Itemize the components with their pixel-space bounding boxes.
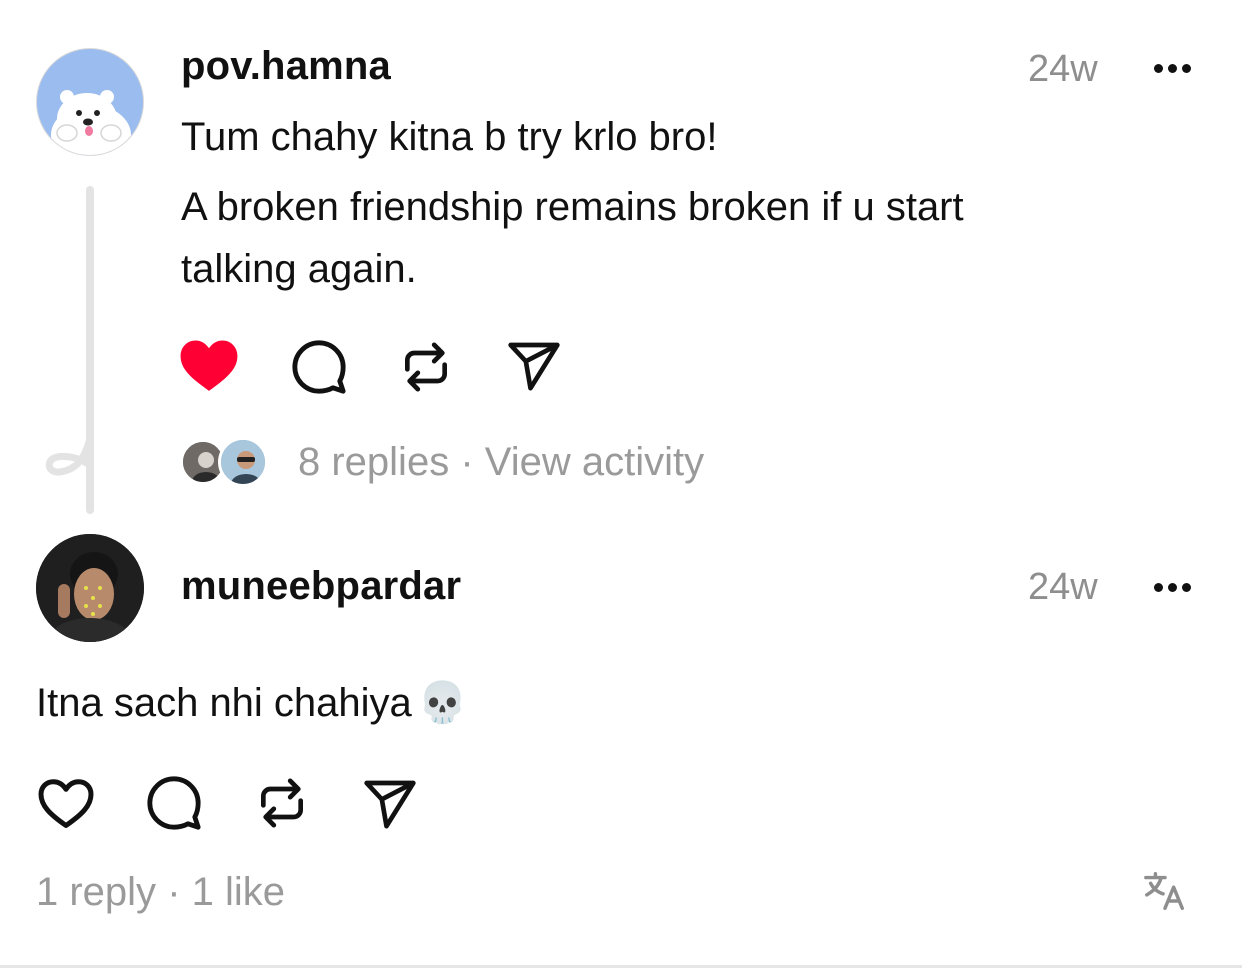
replier-avatar <box>218 437 268 487</box>
reply-more-button[interactable] <box>1154 583 1191 592</box>
post-more-button[interactable] <box>1154 64 1191 73</box>
avatar[interactable] <box>36 48 144 156</box>
like-button[interactable] <box>178 336 240 394</box>
send-icon <box>364 780 416 829</box>
more-dot-icon <box>1182 583 1191 592</box>
meta-separator: · <box>167 870 181 914</box>
meta-separator: · <box>460 440 474 484</box>
send-icon <box>508 342 560 391</box>
reply-timestamp: 24w <box>1028 566 1098 608</box>
post-text-line-1: Tum chahy kitna b try krlo bro! <box>181 115 718 159</box>
reply-avatar-icon <box>36 534 144 642</box>
comment-button[interactable] <box>290 338 348 396</box>
more-dot-icon <box>1154 583 1163 592</box>
post-timestamp: 24w <box>1028 48 1098 90</box>
reply-repost-button[interactable] <box>254 774 310 832</box>
reply-text-body: Itna sach nhi chahiya <box>36 681 412 725</box>
replier-avatar-icon <box>221 440 265 484</box>
thread-loop-icon <box>45 436 94 476</box>
comment-icon <box>292 340 346 394</box>
reply-share-button[interactable] <box>362 778 418 830</box>
repost-button[interactable] <box>398 338 454 396</box>
post-replies-summary[interactable]: 8 replies · View activity <box>298 440 704 485</box>
translate-icon <box>1144 872 1184 910</box>
polar-bear-avatar-icon <box>51 90 131 155</box>
comment-icon <box>147 776 201 830</box>
heart-filled-icon <box>180 340 238 391</box>
reply-likes-count[interactable]: 1 like <box>192 870 285 914</box>
reply-replies-count[interactable]: 1 reply <box>36 870 156 914</box>
repost-icon <box>261 778 303 828</box>
more-dot-icon <box>1168 64 1177 73</box>
reply-like-button[interactable] <box>36 774 96 832</box>
post-text-line-2: A broken friendship remains broken if u … <box>181 185 964 229</box>
share-button[interactable] <box>506 340 562 392</box>
view-activity-link[interactable]: View activity <box>485 440 704 484</box>
reply-username[interactable]: muneebpardar <box>181 564 461 609</box>
reply-comment-button[interactable] <box>145 774 203 832</box>
heart-outline-icon <box>38 779 94 828</box>
more-dot-icon <box>1182 64 1191 73</box>
reply-stats[interactable]: 1 reply · 1 like <box>36 870 285 915</box>
more-dot-icon <box>1154 64 1163 73</box>
reply-avatar[interactable] <box>36 534 144 642</box>
translate-button[interactable] <box>1142 868 1188 914</box>
repost-icon <box>405 342 447 392</box>
replies-count[interactable]: 8 replies <box>298 440 449 484</box>
reply-text: Itna sach nhi chahiya 💀 <box>36 672 468 734</box>
post-text-line-3: talking again. <box>181 247 417 291</box>
skull-emoji: 💀 <box>417 681 468 725</box>
more-dot-icon <box>1168 583 1177 592</box>
post-username[interactable]: pov.hamna <box>181 44 391 89</box>
